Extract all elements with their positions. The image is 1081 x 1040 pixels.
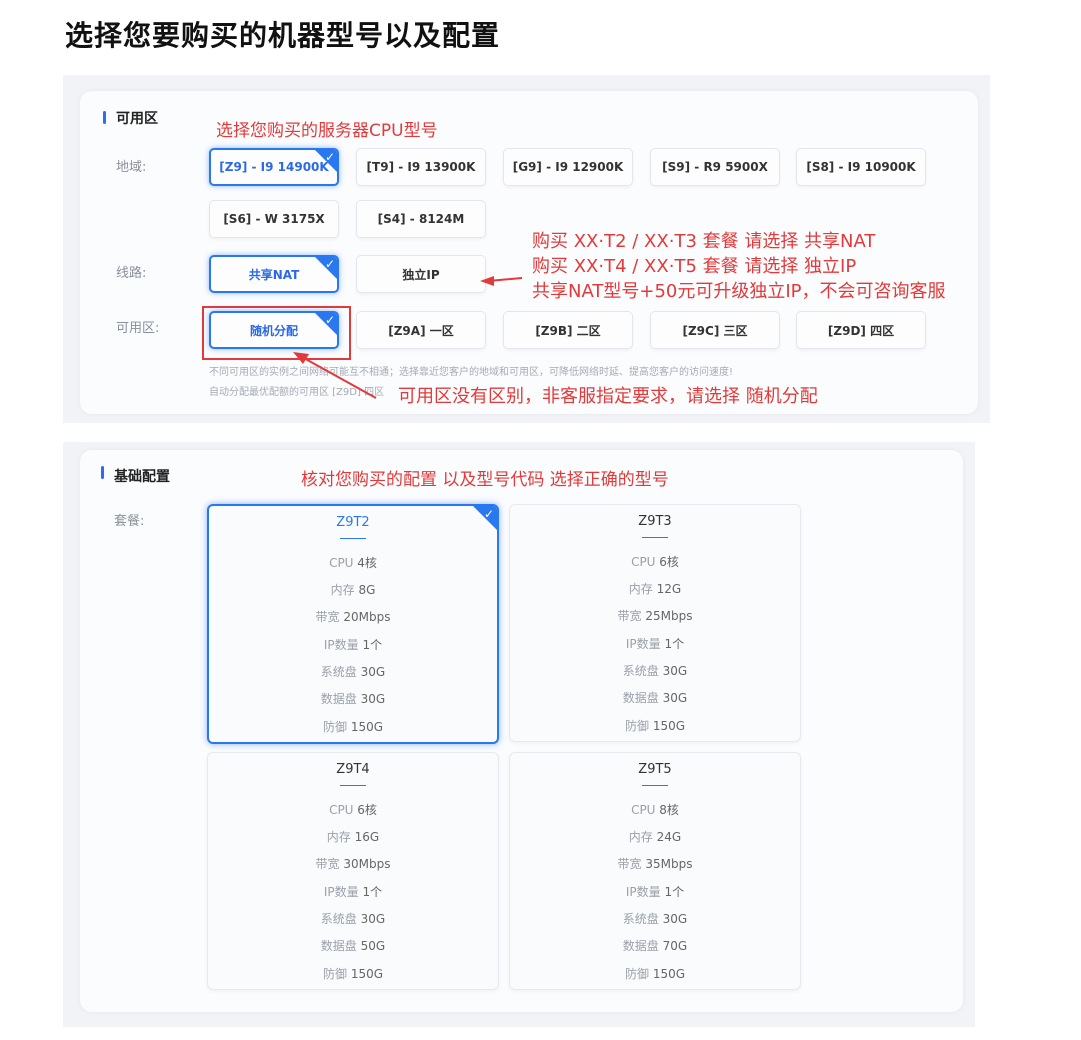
region-option-label: [S8] - I9 10900K <box>806 160 916 174</box>
region-option-z9[interactable]: [Z9] - I9 14900K ✓ <box>209 148 339 186</box>
annotation-upgrade: 共享NAT型号+50元可升级独立IP，不会可咨询客服 <box>532 281 946 302</box>
spec-defense: 防御 150G <box>322 720 384 734</box>
package-label: 套餐: <box>114 514 145 529</box>
package-name: Z9T3 <box>638 514 672 529</box>
spec-cpu: CPU 4核 <box>329 556 377 570</box>
region-option-g9[interactable]: [G9] - I9 12900K <box>503 148 633 186</box>
package-card-z9t4[interactable]: Z9T4 CPU 6核 内存 16G 带宽 30Mbps IP数量 1个 系统盘… <box>207 752 499 990</box>
region-option-label: [S4] - 8124M <box>377 212 465 226</box>
annotation-zone: 可用区没有区别，非客服指定要求，请选择 随机分配 <box>398 386 818 407</box>
spec-data-disk: 数据盘 30G <box>320 692 386 706</box>
spec-ip-count: IP数量 1个 <box>625 637 685 651</box>
package-divider <box>340 538 366 539</box>
check-icon: ✓ <box>324 150 335 164</box>
package-card-z9t2[interactable]: ✓ Z9T2 CPU 4核 内存 8G 带宽 20Mbps IP数量 1个 系统… <box>207 504 499 744</box>
spec-system-disk: 系统盘 30G <box>622 664 688 678</box>
spec-cpu: CPU 8核 <box>631 803 679 817</box>
base-section-title: 基础配置 <box>114 469 170 485</box>
spec-system-disk: 系统盘 30G <box>622 912 688 926</box>
zone-option-z9c[interactable]: [Z9C] 三区 <box>650 311 780 349</box>
spec-data-disk: 数据盘 30G <box>622 691 688 705</box>
spec-bandwidth: 带宽 35Mbps <box>617 857 693 871</box>
spec-ip-count: IP数量 1个 <box>323 638 383 652</box>
spec-cpu: CPU 6核 <box>329 803 377 817</box>
spec-memory: 内存 8G <box>330 583 376 597</box>
region-option-s8[interactable]: [S8] - I9 10900K <box>796 148 926 186</box>
region-option-label: [Z9] - I9 14900K <box>219 160 329 174</box>
line-option-shared-nat[interactable]: 共享NAT ✓ <box>209 255 339 293</box>
line-label: 线路: <box>116 266 147 281</box>
package-name: Z9T2 <box>336 515 370 530</box>
page-title: 选择您要购买的机器型号以及配置 <box>65 19 501 52</box>
zone-option-label: [Z9C] 三区 <box>682 323 748 338</box>
region-option-s4[interactable]: [S4] - 8124M <box>356 200 486 238</box>
zone-option-z9a[interactable]: [Z9A] 一区 <box>356 311 486 349</box>
spec-memory: 内存 16G <box>326 830 380 844</box>
spec-cpu: CPU 6核 <box>631 555 679 569</box>
region-label: 地域: <box>116 160 147 175</box>
line-option-label: 独立IP <box>402 267 440 282</box>
section-bar-icon <box>103 111 106 124</box>
region-option-t9[interactable]: [T9] - I9 13900K <box>356 148 486 186</box>
package-divider <box>642 537 668 538</box>
spec-memory: 内存 12G <box>628 582 682 596</box>
spec-data-disk: 数据盘 50G <box>320 939 386 953</box>
spec-system-disk: 系统盘 30G <box>320 912 386 926</box>
spec-data-disk: 数据盘 70G <box>622 939 688 953</box>
region-option-label: [S9] - R9 5900X <box>662 160 768 174</box>
spec-memory: 内存 24G <box>628 830 682 844</box>
region-option-label: [S6] - W 3175X <box>223 212 325 226</box>
spec-bandwidth: 带宽 30Mbps <box>315 857 391 871</box>
annotation-package: 核对您购买的配置 以及型号代码 选择正确的型号 <box>301 470 669 490</box>
zone-label: 可用区: <box>116 321 160 336</box>
spec-bandwidth: 带宽 20Mbps <box>315 610 391 624</box>
region-option-s6[interactable]: [S6] - W 3175X <box>209 200 339 238</box>
zone-option-label: [Z9B] 二区 <box>535 323 601 338</box>
zone-option-label: [Z9D] 四区 <box>827 323 895 338</box>
spec-system-disk: 系统盘 30G <box>320 665 386 679</box>
region-option-s9[interactable]: [S9] - R9 5900X <box>650 148 780 186</box>
zone-option-label: [Z9A] 一区 <box>388 323 454 338</box>
package-card-z9t5[interactable]: Z9T5 CPU 8核 内存 24G 带宽 35Mbps IP数量 1个 系统盘… <box>509 752 801 990</box>
check-icon: ✓ <box>324 257 335 271</box>
spec-defense: 防御 150G <box>624 719 686 733</box>
spec-defense: 防御 150G <box>624 967 686 981</box>
annotation-cpu: 选择您购买的服务器CPU型号 <box>216 121 438 141</box>
section-bar-icon <box>101 466 104 479</box>
region-option-label: [T9] - I9 13900K <box>366 160 476 174</box>
annotation-dedicated-ip: 购买 XX·T4 / XX·T5 套餐 请选择 独立IP <box>532 256 857 277</box>
package-name: Z9T5 <box>638 762 672 777</box>
annotation-box <box>202 306 351 360</box>
annotation-shared-nat: 购买 XX·T2 / XX·T3 套餐 请选择 共享NAT <box>532 231 876 252</box>
spec-ip-count: IP数量 1个 <box>323 885 383 899</box>
package-name: Z9T4 <box>336 762 370 777</box>
package-divider <box>642 785 668 786</box>
spec-ip-count: IP数量 1个 <box>625 885 685 899</box>
spec-defense: 防御 150G <box>322 967 384 981</box>
zone-option-z9b[interactable]: [Z9B] 二区 <box>503 311 633 349</box>
package-divider <box>340 785 366 786</box>
line-option-dedicated-ip[interactable]: 独立IP <box>356 255 486 293</box>
region-option-label: [G9] - I9 12900K <box>512 160 624 174</box>
spec-bandwidth: 带宽 25Mbps <box>617 609 693 623</box>
zone-section-title: 可用区 <box>116 111 158 127</box>
zone-auto-hint: 自动分配最优配额的可用区 [Z9D] 四区 <box>209 387 385 398</box>
zone-option-z9d[interactable]: [Z9D] 四区 <box>796 311 926 349</box>
package-card-z9t3[interactable]: Z9T3 CPU 6核 内存 12G 带宽 25Mbps IP数量 1个 系统盘… <box>509 504 801 742</box>
line-option-label: 共享NAT <box>248 267 300 282</box>
zone-hint: 不同可用区的实例之间网络可能互不相通；选择靠近您客户的地域和可用区，可降低网络时… <box>209 367 734 378</box>
